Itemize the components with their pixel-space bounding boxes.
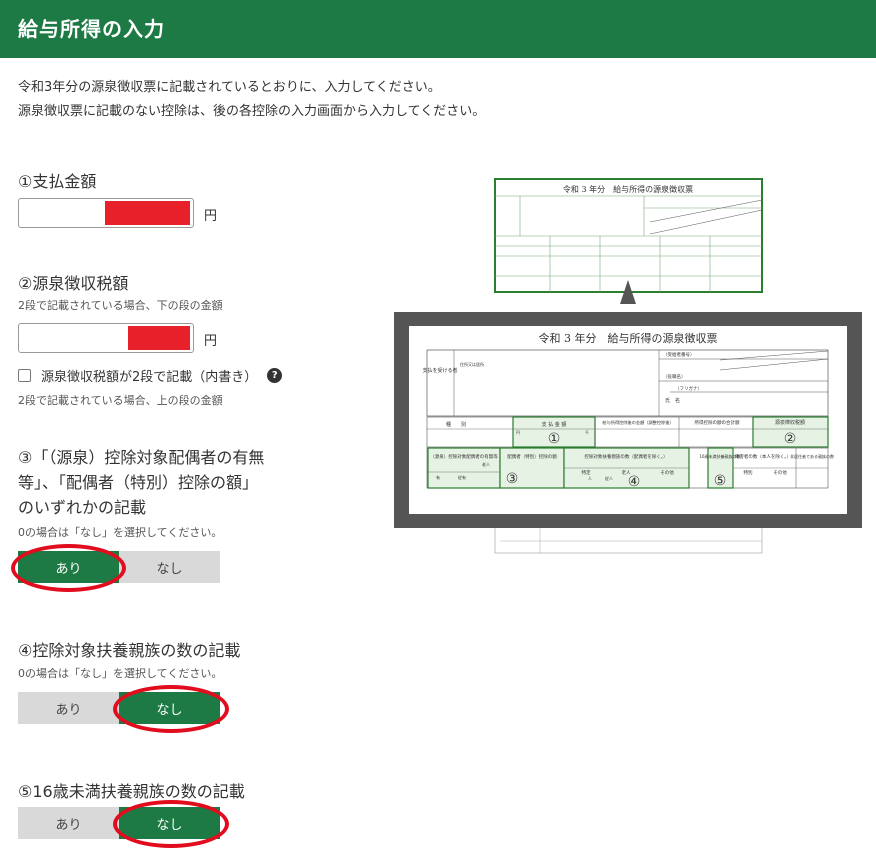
intro-line-2: 源泉徴収票に記載のない控除は、後の各控除の入力画面から入力してください。 — [18, 104, 486, 119]
marker-5: ⑤ — [714, 473, 727, 489]
sub-special2: 特別 — [744, 469, 753, 476]
q1-unit: 円 — [204, 209, 218, 224]
col-after: 給与所得控除後の金額（調整控除後） — [602, 419, 673, 426]
two-tier-checkbox[interactable] — [18, 368, 31, 382]
q3-title-line-2: 等」、「配偶者（特別）控除の額」 — [18, 473, 259, 492]
q2-unit: 円 — [204, 334, 218, 349]
page-header: 給与所得の入力 — [0, 0, 876, 58]
q4-no-button[interactable]: なし — [119, 692, 220, 724]
addr-label: 支払を受ける者 — [422, 367, 457, 374]
payment-amount-input[interactable] — [18, 198, 194, 228]
q4-toggle[interactable]: あり なし — [18, 692, 220, 724]
addr-sub: 住所又は居所 — [460, 361, 484, 367]
q3-yes-button[interactable]: あり — [18, 551, 119, 583]
marker-2: ② — [784, 431, 797, 447]
q3-toggle[interactable]: あり なし — [18, 551, 220, 583]
redacted-value — [105, 201, 190, 225]
q2-note-top: 2段で記載されている場合、下の段の金額 — [18, 299, 223, 312]
withholding-slip-svg: 令和 3 年分 給与所得の源泉徴収票 令和 3 年分 給与所得の源泉徴収票 支払… — [394, 178, 862, 554]
name-label: 氏 名 — [665, 397, 680, 404]
q5-toggle[interactable]: あり なし — [18, 807, 220, 839]
col-dep: 控除対象扶養親族の数（配偶者を除く。） — [584, 453, 667, 460]
col-spouse-amt: 配偶者（特別）控除の額 — [507, 453, 557, 460]
small-slip-title: 令和 3 年分 給与所得の源泉徴収票 — [563, 184, 693, 194]
sub-yes: 有 — [436, 474, 440, 480]
col-dis: 障害者の数（本人を除く。） — [735, 453, 791, 460]
kana-label: （フリガナ） — [675, 385, 702, 392]
two-tier-checkbox-row[interactable]: 源泉徴収税額が2段で記載（内書き） ? — [18, 366, 283, 385]
col-pay: 支 払 金 額 — [542, 421, 567, 428]
marker-1: ① — [548, 431, 561, 447]
q5-yes-button[interactable]: あり — [18, 807, 119, 839]
page-title: 給与所得の入力 — [18, 17, 165, 41]
unit-en: 円 — [516, 430, 520, 435]
zoom-slip-title: 令和 3 年分 給与所得の源泉徴収票 — [539, 331, 718, 345]
redacted-value — [128, 326, 190, 350]
unit-junin: 従人 — [605, 475, 613, 481]
q3-note: 0の場合は「なし」を選択してください。 — [18, 526, 223, 539]
sub-dep: 従有 — [458, 474, 466, 480]
col-nonres: 非居住者である親族の数 — [790, 453, 834, 459]
withholding-slip-illustration: 令和 3 年分 給与所得の源泉徴収票 令和 3 年分 給与所得の源泉徴収票 支払… — [390, 176, 868, 558]
two-tier-checkbox-label[interactable]: 源泉徴収税額が2段で記載（内書き） — [41, 366, 257, 385]
q3-title-line-3: のいずれかの記載 — [18, 498, 147, 517]
q2-note-bottom: 2段で記載されている場合、上の段の金額 — [18, 394, 223, 407]
small-slip: 令和 3 年分 給与所得の源泉徴収票 — [494, 178, 763, 293]
q5-title: ⑤16歳未満扶養親族の数の記載 — [18, 782, 245, 801]
q3-title-line-1: ③「（源泉）控除対象配偶者の有無 — [18, 448, 265, 467]
role-label: （役職名） — [663, 373, 686, 380]
q3-title: ③「（源泉）控除対象配偶者の有無 等」、「配偶者（特別）控除の額」 のいずれかの… — [18, 445, 264, 520]
col-total: 所得控除の額の合計額 — [695, 419, 740, 426]
unit-sen: 千 — [585, 429, 589, 435]
col-tax: 源泉徴収税額 — [775, 419, 805, 426]
help-icon[interactable]: ? — [267, 367, 283, 383]
sub-special: 特定 — [582, 469, 591, 476]
col-kind: 種 別 — [446, 421, 466, 428]
sub-other2: その他 — [773, 469, 787, 476]
q3-no-button[interactable]: なし — [119, 551, 220, 583]
intro-text: 令和3年分の源泉徴収票に記載されているとおりに、入力してください。 源泉徴収票に… — [18, 76, 485, 124]
reg-no-label: （受給者番号） — [663, 351, 695, 358]
sub-elder2: 老人 — [482, 461, 490, 467]
withholding-tax-input[interactable] — [18, 323, 194, 353]
q4-yes-button[interactable]: あり — [18, 692, 119, 724]
q1-title: ①支払金額 — [18, 172, 97, 191]
intro-line-1: 令和3年分の源泉徴収票に記載されているとおりに、入力してください。 — [18, 80, 441, 95]
q2-title: ②源泉徴収税額 — [18, 274, 129, 293]
q5-no-button[interactable]: なし — [119, 807, 220, 839]
marker-4: ④ — [628, 474, 641, 490]
sub-other: その他 — [660, 469, 674, 476]
q4-title: ④控除対象扶養親族の数の記載 — [18, 641, 241, 660]
col-spouse: （源泉）控除対象配偶者の有無等 — [430, 453, 498, 460]
q4-note: 0の場合は「なし」を選択してください。 — [18, 667, 223, 680]
marker-3: ③ — [506, 471, 519, 487]
unit-nin: 人 — [588, 476, 592, 481]
